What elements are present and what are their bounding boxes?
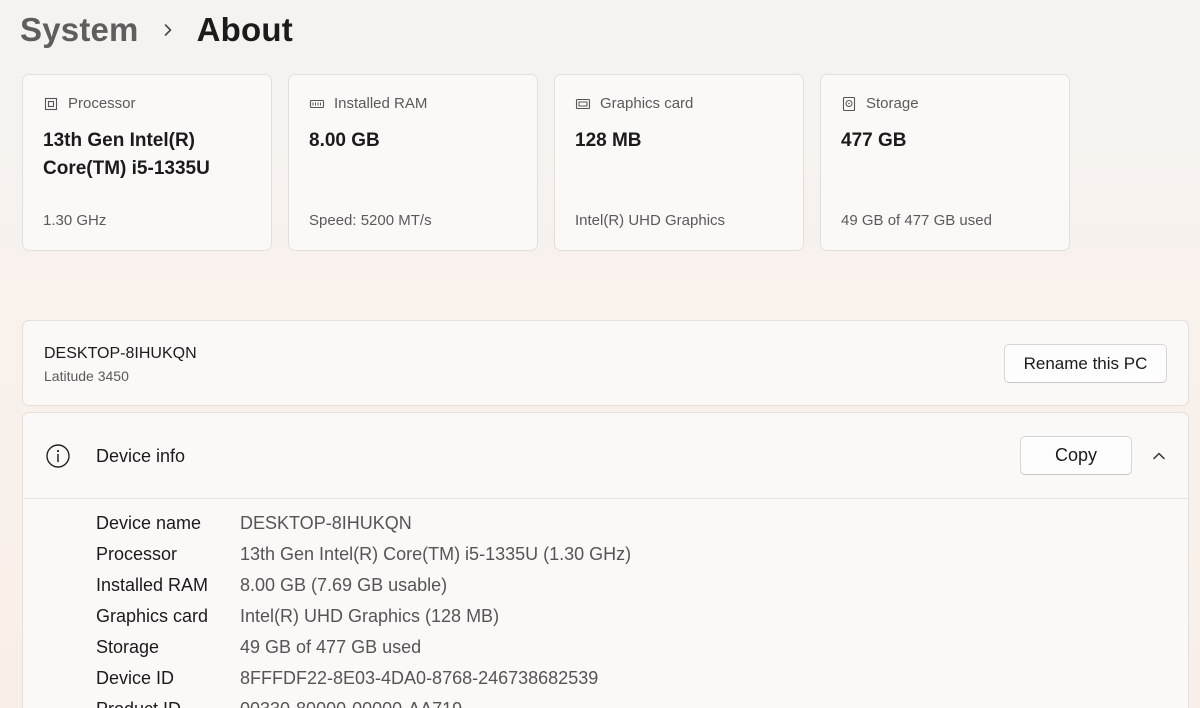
spec-row-installed-ram: Installed RAM 8.00 GB (7.69 GB usable) (96, 575, 1096, 606)
card-value: 477 GB (841, 130, 907, 151)
device-info-header[interactable]: Device info Copy (23, 413, 1188, 499)
processor-icon (43, 96, 59, 112)
card-subtitle: Speed: 5200 MT/s (309, 212, 432, 229)
spec-label: Device name (96, 513, 202, 533)
spec-row-storage: Storage 49 GB of 477 GB used (96, 637, 1096, 668)
spec-label: Processor (96, 544, 178, 564)
installed-ram-card: Installed RAM 8.00 GB Speed: 5200 MT/s (288, 74, 538, 251)
pc-model: Latitude 3450 (44, 368, 129, 384)
spec-value: 8.00 GB (7.69 GB usable) (240, 575, 448, 595)
rename-pc-button[interactable]: Rename this PC (1004, 344, 1167, 383)
chevron-right-icon (161, 23, 175, 37)
breadcrumb: System About (20, 8, 293, 52)
spec-label: Installed RAM (96, 575, 209, 595)
spec-value: 00330-80000-00000-AA719 (240, 699, 462, 708)
card-value: 13th Gen Intel(R) Core(TM) i5-1335U (43, 130, 210, 179)
storage-card: Storage 477 GB 49 GB of 477 GB used (820, 74, 1070, 251)
spec-row-graphics-card: Graphics card Intel(R) UHD Graphics (128… (96, 606, 1096, 637)
graphics-card-card: Graphics card 128 MB Intel(R) UHD Graphi… (554, 74, 804, 251)
spec-row-device-id: Device ID 8FFFDF22-8E03-4DA0-8768-246738… (96, 668, 1096, 699)
spec-value: Intel(R) UHD Graphics (128 MB) (240, 606, 500, 626)
ram-icon (309, 96, 325, 112)
card-value: 128 MB (575, 130, 642, 151)
card-title: Storage (866, 95, 919, 112)
breadcrumb-system-link[interactable]: System (20, 11, 139, 49)
card-subtitle: Intel(R) UHD Graphics (575, 212, 726, 229)
storage-icon (841, 96, 857, 112)
spec-row-product-id: Product ID 00330-80000-00000-AA719 (96, 699, 1096, 708)
pc-name: DESKTOP-8IHUKQN (44, 345, 197, 362)
spec-row-processor: Processor 13th Gen Intel(R) Core(TM) i5-… (96, 544, 1096, 575)
device-spec-list: Device name DESKTOP-8IHUKQN Processor 13… (96, 513, 1096, 708)
pc-name-panel: DESKTOP-8IHUKQN Latitude 3450 Rename thi… (22, 320, 1189, 406)
card-subtitle: 49 GB of 477 GB used (841, 212, 992, 229)
spec-row-device-name: Device name DESKTOP-8IHUKQN (96, 513, 1096, 544)
spec-value: 13th Gen Intel(R) Core(TM) i5-1335U (1.3… (240, 544, 632, 564)
processor-card: Processor 13th Gen Intel(R) Core(TM) i5-… (22, 74, 272, 251)
device-info-title: Device info (96, 446, 186, 466)
graphics-card-icon (575, 96, 591, 112)
card-subtitle: 1.30 GHz (43, 212, 107, 229)
card-value: 8.00 GB (309, 130, 380, 151)
spec-label: Storage (96, 637, 160, 657)
card-title: Installed RAM (334, 95, 428, 112)
spec-value: 8FFFDF22-8E03-4DA0-8768-246738682539 (240, 668, 599, 688)
spec-value: 49 GB of 477 GB used (240, 637, 422, 657)
spec-label: Product ID (96, 699, 181, 708)
info-icon (45, 443, 71, 469)
spec-label: Device ID (96, 668, 175, 688)
spec-value: DESKTOP-8IHUKQN (240, 513, 412, 533)
card-title: Processor (68, 95, 136, 112)
chevron-up-icon[interactable] (1148, 445, 1170, 467)
device-info-panel: Device info Copy Device name DESKTOP-8IH… (22, 412, 1189, 708)
copy-button[interactable]: Copy (1020, 436, 1132, 475)
spec-label: Graphics card (96, 606, 209, 626)
page-title: About (196, 11, 293, 48)
card-title: Graphics card (600, 95, 694, 112)
